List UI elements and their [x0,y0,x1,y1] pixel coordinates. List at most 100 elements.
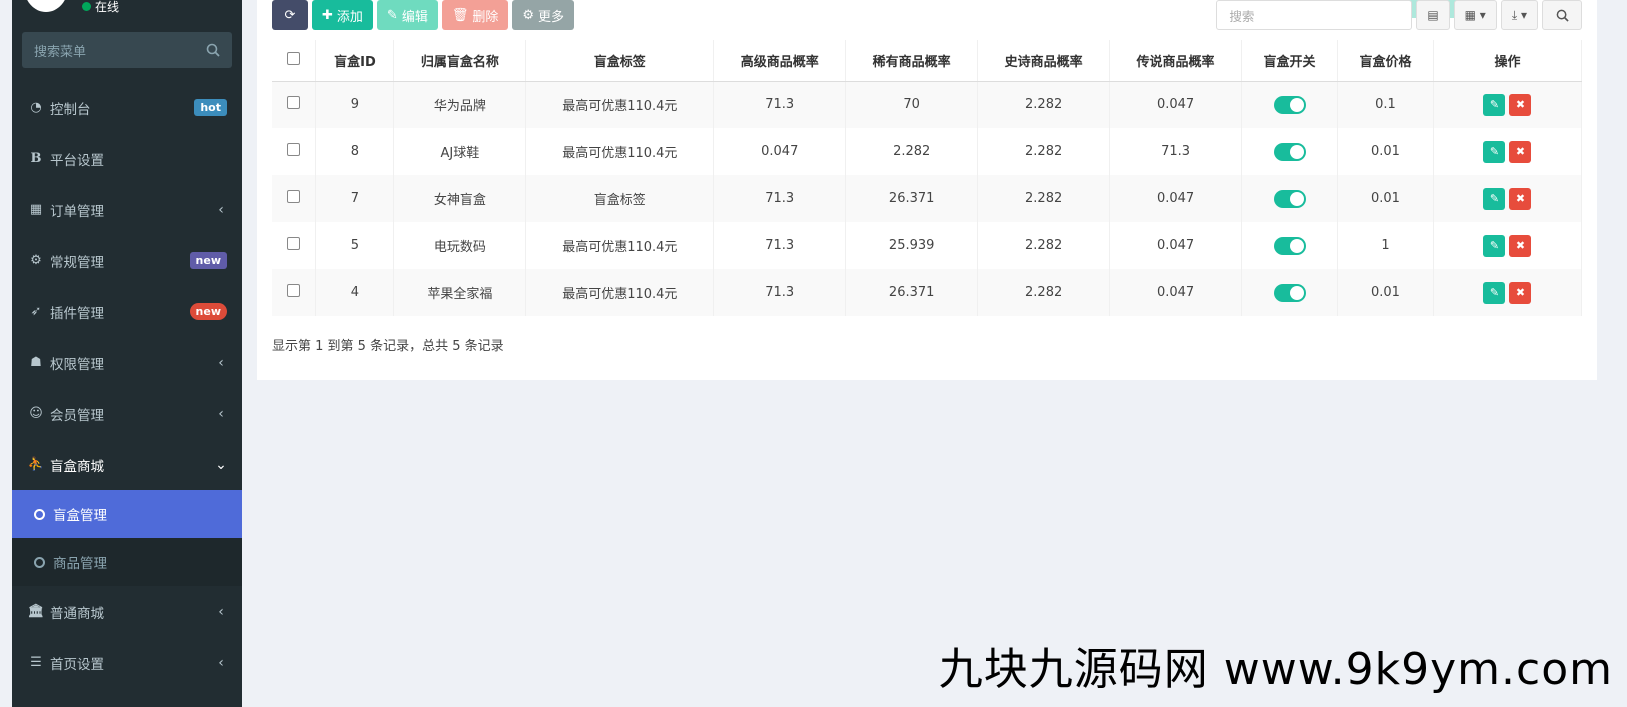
column-header[interactable]: 归属盲盒名称 [393,40,527,82]
action-cell: ✎ ✖ [1433,175,1583,222]
columns-icon: ▦ ▾ [1464,8,1486,22]
advanced-prob-cell: 71.3 [713,81,847,128]
rare-prob-cell: 25.939 [845,222,979,269]
row-edit-button[interactable]: ✎ [1483,187,1506,210]
chevron-left-icon: ‹ [218,354,224,371]
row-checkbox[interactable] [287,237,301,250]
avatar[interactable] [24,0,68,12]
card-view-icon: ▤ [1427,8,1439,22]
add-button[interactable]: ✚ 添加 [312,0,373,30]
sidebar-item-members[interactable]: ☺ 会员管理 ‹ [12,388,242,439]
table-search-placeholder: 搜索 [1229,8,1255,24]
id-cell: 9 [315,81,395,128]
action-cell: ✎ ✖ [1433,222,1583,269]
sidebar-item-permissions[interactable]: ☗ 权限管理 ‹ [12,337,242,388]
column-header[interactable]: 盲盒价格 [1337,40,1434,82]
advanced-prob-cell: 71.3 [713,269,847,316]
column-header[interactable]: 高级商品概率 [713,40,847,82]
search-button[interactable] [1542,0,1582,30]
row-delete-button[interactable]: ✖ [1509,187,1532,210]
sidebar-item-label: 订单管理 [50,203,104,220]
row-delete-button[interactable]: ✖ [1509,93,1532,116]
row-select-cell [272,128,317,175]
rare-prob-cell: 26.371 [845,269,979,316]
enable-toggle[interactable] [1273,283,1306,302]
main-panel: ⟳ ✚ 添加 ✎ 编辑 🗑 删除 ⚙ 更多 搜索 ▤ ▦ ▾ ⤓ ▾ 盲盒ID … [257,0,1597,380]
sidebar-item-plugins[interactable]: ➶ 插件管理 new [12,286,242,337]
chevron-left-icon: ‹ [218,603,224,620]
refresh-button[interactable]: ⟳ [272,0,308,30]
table-row: 5 电玩数码 最高可优惠110.4元 71.3 25.939 2.282 0.0… [272,222,1583,269]
row-checkbox[interactable] [287,284,301,297]
price-cell: 0.01 [1337,175,1434,222]
trash-icon: ✖ [1515,286,1526,299]
sidebar-item-normal-mall[interactable]: 🏛 普通商城 ‹ [12,586,242,637]
column-header[interactable]: 盲盒开关 [1241,40,1338,82]
rare-prob-cell: 26.371 [845,175,979,222]
enable-toggle[interactable] [1273,95,1306,114]
sidebar-item-dashboard[interactable]: ◔ 控制台 hot [12,82,242,133]
row-delete-button[interactable]: ✖ [1509,234,1532,257]
name-cell: 苹果全家福 [393,269,527,316]
sidebar: 在线 搜索菜单 ◔ 控制台 hot B 平台设置 ▦ 订单管理 ‹ ⚙ 常规管理… [12,0,242,707]
calculator-icon: ▦ [29,202,43,217]
delete-button[interactable]: 🗑 删除 [441,0,509,30]
id-cell: 8 [315,128,395,175]
row-select-cell [272,269,317,316]
row-edit-button[interactable]: ✎ [1483,93,1506,116]
enable-toggle[interactable] [1273,236,1306,255]
row-edit-button[interactable]: ✎ [1483,281,1506,304]
name-cell: AJ球鞋 [393,128,527,175]
tag-cell: 盲盒标签 [525,175,715,222]
sidebar-item-label: 权限管理 [50,356,104,373]
row-checkbox[interactable] [287,96,301,110]
columns-button[interactable]: ▦ ▾ [1453,0,1497,30]
download-icon: ⤓ ▾ [1511,7,1527,22]
add-label: 添加 [336,9,363,25]
toolbar: ⟳ ✚ 添加 ✎ 编辑 🗑 删除 ⚙ 更多 [272,0,575,30]
table-search-input[interactable]: 搜索 [1216,0,1413,30]
more-button[interactable]: ⚙ 更多 [512,0,575,30]
search-icon [1556,9,1569,22]
more-label: 更多 [538,9,565,25]
sidebar-item-general[interactable]: ⚙ 常规管理 new [12,235,242,286]
sidebar-item-home-settings[interactable]: ☰ 首页设置 ‹ [12,637,242,688]
sidebar-item-blindbox-mall[interactable]: ⛹ 盲盒商城 ⌄ [12,439,242,490]
row-checkbox[interactable] [287,190,301,203]
select-all-checkbox[interactable] [287,51,301,65]
sidebar-item-label: 盲盒商城 [50,458,104,475]
toggle-view-button[interactable]: ▤ [1416,0,1450,30]
sidebar-search-input[interactable]: 搜索菜单 [22,32,232,68]
column-header[interactable]: 盲盒ID [315,40,395,82]
enable-toggle[interactable] [1273,142,1306,161]
runner-icon: ⛹ [27,457,45,472]
sidebar-subitem-product-manage[interactable]: 商品管理 [12,538,242,586]
row-checkbox[interactable] [287,143,301,156]
legend-prob-cell: 71.3 [1109,128,1243,175]
row-delete-button[interactable]: ✖ [1509,281,1532,304]
row-edit-button[interactable]: ✎ [1483,234,1506,257]
row-edit-button[interactable]: ✎ [1483,140,1506,163]
search-icon[interactable] [206,43,220,57]
column-header[interactable]: 传说商品概率 [1109,40,1243,82]
blindbox-submenu: 盲盒管理 商品管理 [12,490,242,586]
column-header[interactable]: 盲盒标签 [525,40,715,82]
edit-button[interactable]: ✎ 编辑 [376,0,438,30]
row-delete-button[interactable]: ✖ [1509,140,1532,163]
advanced-prob-cell: 71.3 [713,222,847,269]
sidebar-item-orders[interactable]: ▦ 订单管理 ‹ [12,184,242,235]
tag-cell: 最高可优惠110.4元 [525,222,715,269]
table-row: 8 AJ球鞋 最高可优惠110.4元 0.047 2.282 2.282 71.… [272,128,1583,175]
switch-cell [1241,269,1338,316]
table-row: 4 苹果全家福 最高可优惠110.4元 71.3 26.371 2.282 0.… [272,269,1583,316]
column-header[interactable]: 史诗商品概率 [977,40,1111,82]
trash-icon: ✖ [1515,145,1526,158]
pencil-icon: ✎ [1489,286,1500,299]
online-dot-icon [82,2,91,11]
sidebar-item-platform-settings[interactable]: B 平台设置 [12,133,242,184]
trash-icon: ✖ [1515,98,1526,112]
sidebar-subitem-blindbox-manage[interactable]: 盲盒管理 [12,490,242,538]
column-header[interactable]: 稀有商品概率 [845,40,979,82]
enable-toggle[interactable] [1273,189,1306,208]
export-button[interactable]: ⤓ ▾ [1500,0,1538,30]
